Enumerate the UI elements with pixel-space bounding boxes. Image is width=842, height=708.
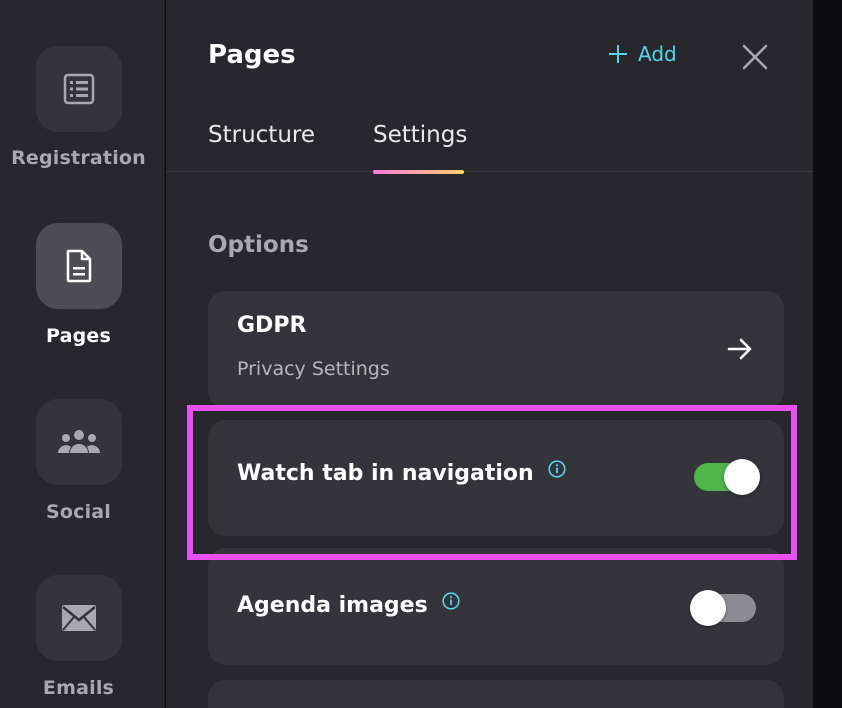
tab-settings[interactable]: Settings [373,122,467,148]
nav-item-registration[interactable]: Registration [0,0,165,190]
add-button-label: Add [638,42,677,66]
next-option-card [208,680,784,708]
envelope-icon [62,605,96,631]
toggle-knob [724,459,760,495]
watch-tab-option-card: Watch tab in navigation [208,420,784,536]
nav-item-pages[interactable]: Pages [0,190,165,365]
active-tab-indicator [373,170,464,174]
nav-label-pages: Pages [45,325,112,347]
pages-panel: Pages Add Structure Settings Options GDP… [166,0,813,708]
watch-tab-label: Watch tab in navigation [237,461,534,486]
toggle-knob [690,590,726,626]
close-icon[interactable] [742,44,768,70]
watch-tab-toggle[interactable] [694,459,760,495]
gdpr-title: GDPR [237,313,307,338]
plus-icon [609,45,627,63]
panel-title: Pages [208,40,296,70]
options-section-title: Options [208,232,309,258]
registration-form-icon [63,73,95,105]
agenda-images-label: Agenda images [237,593,428,618]
nav-item-emails[interactable]: Emails [0,540,165,708]
watch-tab-row: Watch tab in navigation [237,460,566,486]
gdpr-subtitle: Privacy Settings [237,358,390,380]
nav-button-social[interactable] [36,399,122,485]
left-nav-rail: Registration Pages Social Emails [0,0,165,708]
agenda-images-toggle[interactable] [690,590,756,626]
info-icon[interactable] [442,592,460,610]
people-group-icon [58,430,100,453]
nav-label-social: Social [45,501,112,523]
add-page-button[interactable]: Add [608,42,677,66]
nav-button-registration[interactable] [36,46,122,132]
agenda-images-option-card: Agenda images [208,548,784,665]
nav-item-social[interactable]: Social [0,365,165,540]
info-icon[interactable] [548,460,566,478]
nav-button-emails[interactable] [36,575,122,661]
page-document-icon [66,249,92,283]
nav-button-pages[interactable] [36,223,122,309]
nav-label-emails: Emails [42,677,115,699]
nav-label-registration: Registration [11,147,146,169]
tab-structure[interactable]: Structure [208,122,315,148]
agenda-images-row: Agenda images [237,592,460,618]
gdpr-settings-card[interactable]: GDPR Privacy Settings [208,291,784,409]
arrow-right-icon[interactable] [726,335,754,363]
window-edge [813,0,842,708]
tabs-divider [166,171,813,172]
